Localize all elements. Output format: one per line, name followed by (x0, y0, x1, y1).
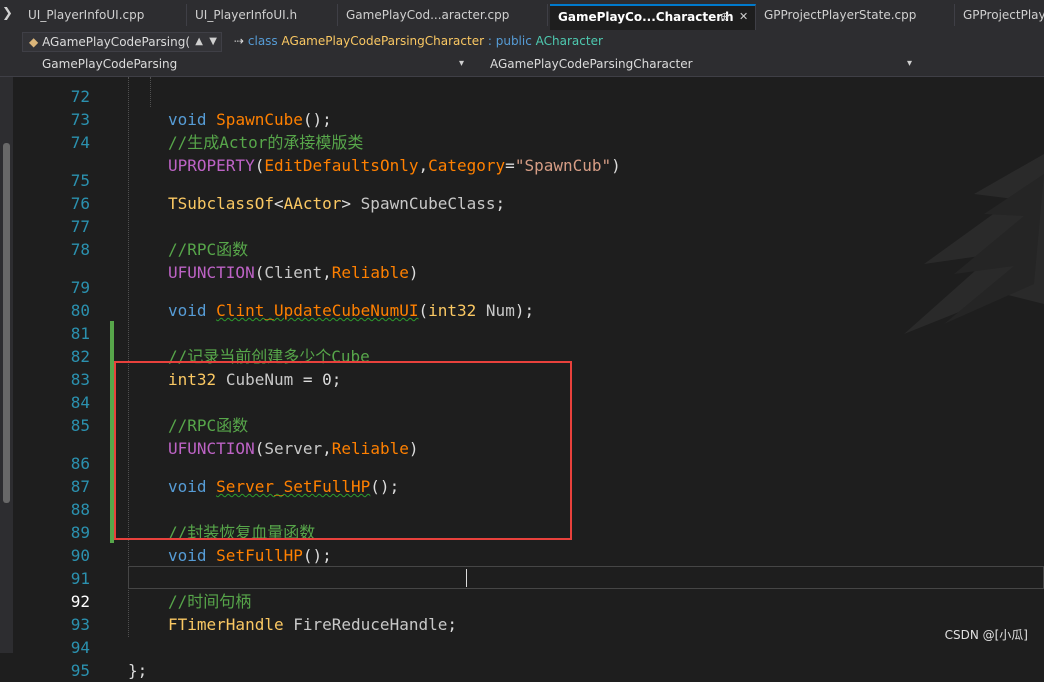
tab-label: GamePlayCo...Character.h (558, 10, 734, 24)
tab-gpprojectplayer[interactable]: GPProjectPlaye (955, 4, 1044, 26)
pin-icon[interactable]: ⊕ (720, 6, 729, 28)
close-icon[interactable]: ✕ (739, 6, 748, 28)
line-number: 95 (70, 661, 90, 680)
code-line-77: 77 //RPC函数 (0, 192, 1044, 259)
scope-dropdown[interactable]: ◆ AGamePlayCodeParsing( ▲ ▼ (22, 32, 222, 52)
tab-gameplaycodeparsingcharacter-cpp[interactable]: GamePlayCod...aracter.cpp (338, 4, 548, 26)
tab-gameplaycodeparsingcharacter-h[interactable]: GamePlayCo...Character.h ⊕ ✕ (550, 4, 756, 30)
code-line-78: 78 UFUNCTION(Client,Reliable) (0, 215, 1044, 282)
code-line-82: 82 int32 CubeNum = 0; (0, 322, 1044, 389)
tab-gpprojectplayerstate-cpp[interactable]: GPProjectPlayerState.cpp (756, 4, 955, 26)
code-line-79: 79 void Clint_UpdateCubeNumUI(int32 Num)… (0, 253, 1044, 320)
code-line-76: 76 (0, 169, 1044, 213)
class-name: AGamePlayCodeParsingCharacter (281, 34, 485, 48)
navigation-bar: ◆ AGamePlayCodeParsing( ▲ ▼ ⇢ class AGam… (0, 30, 1044, 54)
code-line-92: 92 FTimerHandle FireReduceHandle; (0, 567, 1044, 634)
class-icon: ◆ (29, 35, 39, 49)
code-line-91: 91 //时间句柄 (0, 544, 1044, 611)
code-line-74: 74 UPROPERTY(EditDefaultsOnly,Category="… (0, 108, 1044, 175)
base-class-name: ACharacter (535, 34, 603, 48)
class-breadcrumb[interactable]: ⇢ class AGamePlayCodeParsingCharacter : … (230, 32, 1044, 52)
tab-label: GPProjectPlayerState.cpp (764, 8, 917, 22)
tab-ui-playerinfoui-cpp[interactable]: UI_PlayerInfoUI.cpp (20, 4, 187, 26)
tab-label: GPProjectPlaye (963, 8, 1044, 22)
code-line-73: 73 //生成Actor的承接模版类 (0, 85, 1044, 152)
chevron-left-icon: ❯ (2, 6, 13, 21)
class-keyword: class (247, 34, 278, 48)
tab-ui-playerinfoui-h[interactable]: UI_PlayerInfoUI.h (187, 4, 338, 26)
code-line-81: 81 //记录当前创建多少个Cube (0, 299, 1044, 366)
code-line-80: 80 (0, 276, 1044, 320)
watermark: CSDN @[小瓜] (944, 628, 1028, 642)
bracket-icon: ⇢ (234, 34, 245, 48)
tab-scroll-left[interactable]: ❯ (0, 0, 19, 30)
line-text: }; (128, 661, 148, 680)
tab-label: GamePlayCod...aracter.cpp (346, 8, 510, 22)
code-line-95: 95 (0, 636, 1044, 680)
code-line-94: 94 }; (0, 613, 1044, 680)
code-line-72: 72 void SpawnCube(); (0, 62, 1044, 129)
chevron-down-icon: ▼ (209, 36, 217, 47)
up-arrow-icon: ▲ (195, 36, 203, 47)
document-tab-bar: ❯ UI_PlayerInfoUI.cpp UI_PlayerInfoUI.h … (0, 0, 1044, 32)
inherit-keyword: : public (487, 34, 532, 48)
code-line-93: 93 (0, 590, 1044, 634)
scope-dropdown-value: AGamePlayCodeParsing( (42, 35, 191, 49)
tab-label: UI_PlayerInfoUI.cpp (28, 8, 145, 22)
text-caret (466, 569, 467, 587)
tab-label: UI_PlayerInfoUI.h (195, 8, 298, 22)
code-line-75: 75 TSubclassOf<AActor> SpawnCubeClass; (0, 146, 1044, 213)
highlight-annotation-box (114, 361, 572, 540)
